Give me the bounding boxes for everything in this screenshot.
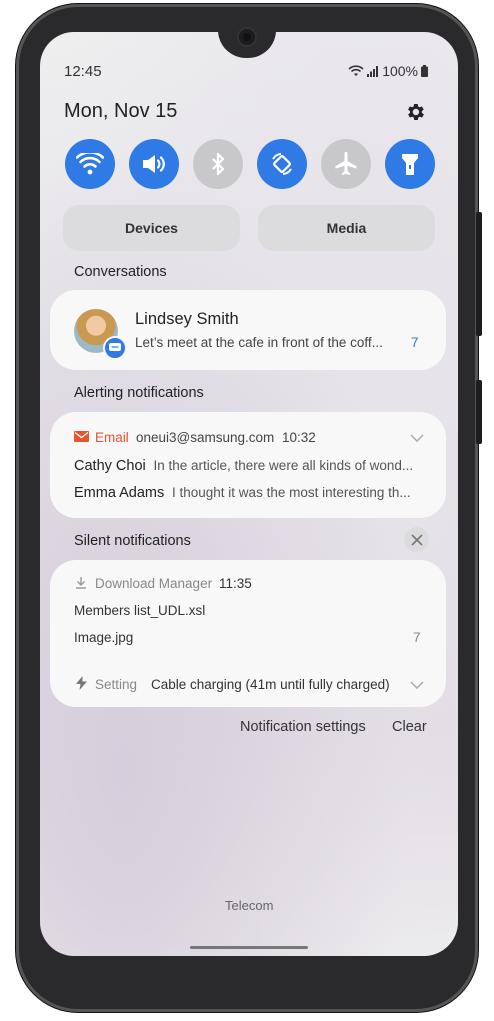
chevron-down-icon[interactable] [410,434,424,442]
volume-button [476,212,482,336]
alerting-header: Alerting notifications [74,385,204,401]
setting-app-name: Setting [95,677,138,692]
power-button [476,380,482,444]
front-camera [239,29,255,45]
wifi-icon [76,153,104,175]
setting-text: Cable charging (41m until fully charged) [151,677,390,692]
devices-button-label: Devices [125,220,178,236]
email-sender: Cathy Choi [74,458,146,474]
download-file-1: Members list_UDL.xsl [74,603,206,618]
status-time: 12:45 [64,63,102,80]
message-badge-icon [103,336,127,360]
bluetooth-toggle[interactable] [193,139,243,189]
list-item[interactable]: Cathy Choi In the article, there were al… [74,458,434,474]
sound-icon [143,155,165,173]
lightning-icon [76,676,87,690]
media-button-label: Media [326,220,367,236]
status-icons: 100% [348,63,428,79]
auto-rotate-icon [272,153,292,175]
download-app-name: Download Manager [95,576,213,591]
devices-button[interactable]: Devices [63,205,240,251]
flashlight-toggle[interactable] [385,139,435,189]
silent-header: Silent notifications [74,533,191,549]
email-preview: I thought it was the most interesting th… [172,485,411,500]
clear-button[interactable]: Clear [392,719,427,735]
list-item[interactable]: Emma Adams I thought it was the most int… [74,485,434,501]
download-icon [76,577,86,589]
gear-icon[interactable] [404,101,426,123]
wifi-status-icon [348,65,364,76]
battery-icon [421,65,428,77]
media-button[interactable]: Media [258,205,435,251]
auto-rotate-toggle[interactable] [257,139,307,189]
wifi-toggle[interactable] [65,139,115,189]
conversation-card[interactable]: Lindsey Smith Let’s meet at the cafe in … [50,290,446,370]
email-card[interactable]: Email oneui3@samsung.com 10:32 Cathy Cho… [50,412,446,518]
airplane-toggle[interactable] [321,139,371,189]
conversations-header: Conversations [74,264,167,280]
conversation-count: 7 [411,335,419,350]
airplane-icon [335,151,357,176]
conversation-name: Lindsey Smith [135,310,239,328]
email-icon [74,431,89,442]
download-time: 11:35 [219,576,252,591]
download-count: 7 [413,630,421,645]
sound-toggle[interactable] [129,139,179,189]
silent-card[interactable]: Download Manager 11:35 Members list_UDL.… [50,560,446,707]
email-account: oneui3@samsung.com [136,430,275,445]
date-label: Mon, Nov 15 [64,100,178,122]
email-time: 10:32 [282,430,316,445]
carrier-label: Telecom [225,898,274,913]
email-app-name: Email [95,430,129,445]
conversation-message: Let’s meet at the cafe in front of the c… [135,335,383,350]
chevron-down-icon[interactable] [410,681,424,689]
email-preview: In the article, there were all kinds of … [153,458,414,473]
battery-percent: 100% [382,63,418,79]
home-indicator[interactable] [190,946,308,949]
signal-icon [367,66,379,77]
download-file-2: Image.jpg [74,630,134,645]
flashlight-icon [402,154,418,175]
close-icon[interactable] [404,527,429,552]
bluetooth-icon [212,152,225,176]
notification-settings-button[interactable]: Notification settings [240,719,366,735]
email-sender: Emma Adams [74,485,165,501]
